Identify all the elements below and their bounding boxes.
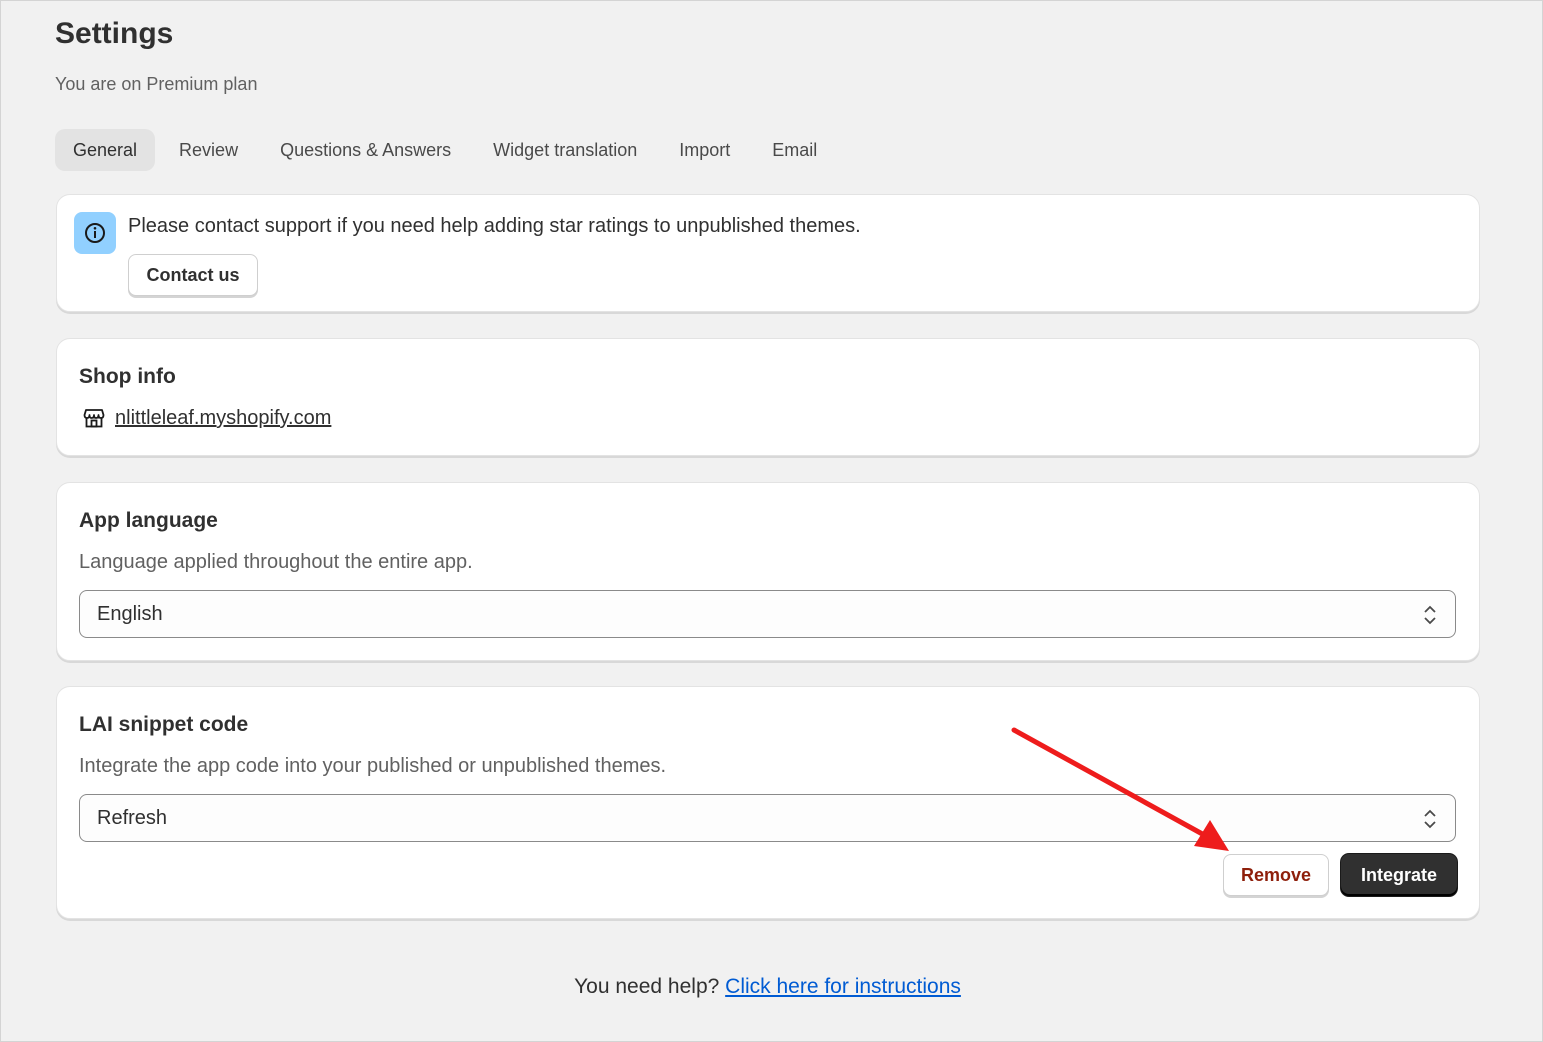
app-language-title: App language — [79, 509, 218, 532]
snippet-select-value: Refresh — [97, 806, 168, 829]
remove-button[interactable]: Remove — [1223, 854, 1329, 896]
instructions-link[interactable]: Click here for instructions — [725, 975, 961, 998]
tab-import[interactable]: Import — [661, 129, 748, 171]
store-icon — [83, 409, 105, 428]
integrate-button[interactable]: Integrate — [1341, 854, 1457, 896]
contact-us-button[interactable]: Contact us — [128, 254, 258, 296]
banner-message: Please contact support if you need help … — [128, 215, 861, 237]
shop-domain-link[interactable]: nlittleleaf.myshopify.com — [115, 407, 331, 430]
tab-review[interactable]: Review — [161, 129, 256, 171]
snippet-description: Integrate the app code into your publish… — [79, 755, 667, 777]
help-footer: You need help? Click here for instructio… — [1, 975, 1534, 999]
settings-tabs: General Review Questions & Answers Widge… — [55, 129, 841, 171]
help-text: You need help? — [574, 975, 720, 998]
select-chevron-icon — [1424, 809, 1436, 829]
snippet-title: LAI snippet code — [79, 713, 249, 736]
support-banner: Please contact support if you need help … — [56, 194, 1480, 312]
snippet-card: LAI snippet code Integrate the app code … — [56, 686, 1480, 919]
plan-subtitle: You are on Premium plan — [55, 74, 258, 94]
select-chevron-icon — [1424, 605, 1436, 625]
app-language-description: Language applied throughout the entire a… — [79, 551, 473, 573]
snippet-select[interactable]: Refresh — [79, 794, 1456, 842]
page-title: Settings — [55, 17, 174, 50]
tab-widget-translation[interactable]: Widget translation — [475, 129, 655, 171]
tab-email[interactable]: Email — [754, 129, 835, 171]
settings-page: Settings You are on Premium plan General… — [0, 0, 1543, 1042]
language-select-value: English — [97, 602, 163, 625]
tab-questions-answers[interactable]: Questions & Answers — [262, 129, 469, 171]
shop-info-card: Shop info nlittleleaf.myshopify.com — [56, 338, 1480, 456]
language-select[interactable]: English — [79, 590, 1456, 638]
shop-info-title: Shop info — [79, 365, 176, 388]
tab-general[interactable]: General — [55, 129, 156, 171]
app-language-card: App language Language applied throughout… — [56, 482, 1480, 661]
info-icon — [74, 212, 116, 254]
